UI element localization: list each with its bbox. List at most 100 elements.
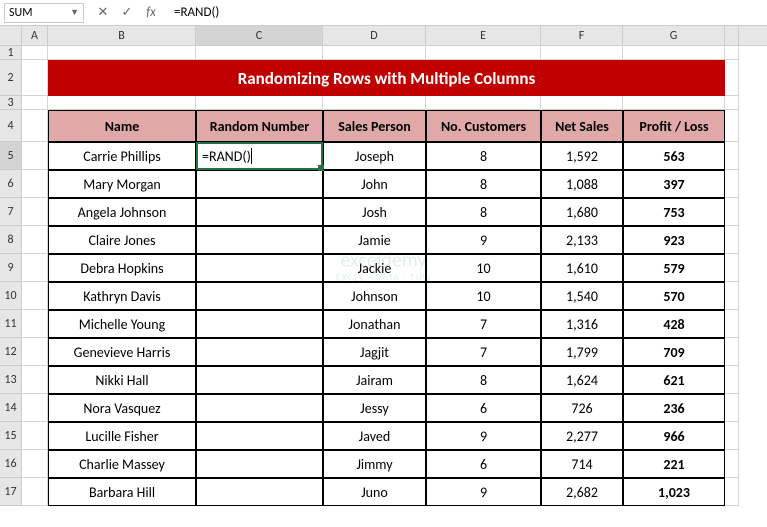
- cell[interactable]: [48, 46, 196, 60]
- cell-profit-loss[interactable]: 923: [623, 226, 725, 254]
- row-header[interactable]: 14: [0, 394, 22, 422]
- cell[interactable]: [725, 198, 739, 226]
- cell-random[interactable]: [196, 170, 323, 198]
- cell-random[interactable]: [196, 450, 323, 478]
- cell-customers[interactable]: 9: [426, 478, 541, 506]
- header-net-sales[interactable]: Net Sales: [541, 110, 623, 142]
- cell[interactable]: [323, 96, 426, 110]
- cell[interactable]: [22, 450, 48, 478]
- cell[interactable]: [22, 110, 48, 142]
- cell-name[interactable]: Michelle Young: [48, 310, 196, 338]
- cell-random[interactable]: [196, 478, 323, 506]
- cell[interactable]: [22, 310, 48, 338]
- cell[interactable]: [22, 198, 48, 226]
- row-header[interactable]: 6: [0, 170, 22, 198]
- col-header-c[interactable]: C: [196, 26, 323, 45]
- row-header[interactable]: 5: [0, 142, 22, 170]
- cell-random[interactable]: =RAND(): [196, 142, 323, 170]
- cell-net-sales[interactable]: 714: [541, 450, 623, 478]
- col-header-d[interactable]: D: [323, 26, 426, 45]
- cell-sales-person[interactable]: Johnson: [323, 282, 426, 310]
- cell-name[interactable]: Kathryn Davis: [48, 282, 196, 310]
- cell[interactable]: [725, 110, 739, 142]
- cell-profit-loss[interactable]: 621: [623, 366, 725, 394]
- header-sales-person[interactable]: Sales Person: [323, 110, 426, 142]
- col-header-h[interactable]: [725, 26, 739, 45]
- cell-customers[interactable]: 6: [426, 450, 541, 478]
- cell[interactable]: [22, 366, 48, 394]
- cell-sales-person[interactable]: Jamie: [323, 226, 426, 254]
- cell-random[interactable]: [196, 310, 323, 338]
- cell[interactable]: [22, 46, 48, 60]
- cell[interactable]: [48, 96, 196, 110]
- cell-profit-loss[interactable]: 753: [623, 198, 725, 226]
- col-header-b[interactable]: B: [48, 26, 196, 45]
- row-header[interactable]: 8: [0, 226, 22, 254]
- cell[interactable]: [22, 60, 48, 96]
- cancel-icon[interactable]: ✕: [96, 5, 110, 20]
- cell-random[interactable]: [196, 366, 323, 394]
- cell-customers[interactable]: 6: [426, 394, 541, 422]
- row-header[interactable]: 7: [0, 198, 22, 226]
- cell[interactable]: [725, 96, 739, 110]
- cell-net-sales[interactable]: 1,088: [541, 170, 623, 198]
- cell-customers[interactable]: 10: [426, 282, 541, 310]
- cell-name[interactable]: Angela Johnson: [48, 198, 196, 226]
- row-header[interactable]: 16: [0, 450, 22, 478]
- cell[interactable]: [725, 226, 739, 254]
- chevron-down-icon[interactable]: ▼: [70, 7, 79, 18]
- cell-net-sales[interactable]: 1,316: [541, 310, 623, 338]
- cell-random[interactable]: [196, 394, 323, 422]
- row-header[interactable]: 15: [0, 422, 22, 450]
- row-header[interactable]: 4: [0, 110, 22, 142]
- cell[interactable]: [541, 46, 623, 60]
- cell-sales-person[interactable]: Jessy: [323, 394, 426, 422]
- name-box[interactable]: SUM ▼: [4, 3, 84, 23]
- cell-sales-person[interactable]: Jagjit: [323, 338, 426, 366]
- cell-sales-person[interactable]: Jonathan: [323, 310, 426, 338]
- cell-sales-person[interactable]: Joseph: [323, 142, 426, 170]
- cell[interactable]: [725, 170, 739, 198]
- title-banner[interactable]: Randomizing Rows with Multiple Columns: [48, 60, 725, 96]
- cell-net-sales[interactable]: 1,799: [541, 338, 623, 366]
- cell[interactable]: [725, 310, 739, 338]
- cell-sales-person[interactable]: Jackie: [323, 254, 426, 282]
- cell-customers[interactable]: 8: [426, 366, 541, 394]
- row-header[interactable]: 3: [0, 96, 22, 110]
- col-header-f[interactable]: F: [541, 26, 623, 45]
- row-header[interactable]: 11: [0, 310, 22, 338]
- cell-net-sales[interactable]: 1,610: [541, 254, 623, 282]
- cell[interactable]: [323, 46, 426, 60]
- cell[interactable]: [22, 96, 48, 110]
- cell-name[interactable]: Nikki Hall: [48, 366, 196, 394]
- cell-sales-person[interactable]: Juno: [323, 478, 426, 506]
- cell-sales-person[interactable]: Javed: [323, 422, 426, 450]
- cell-random[interactable]: [196, 338, 323, 366]
- cell-customers[interactable]: 10: [426, 254, 541, 282]
- cell-random[interactable]: [196, 254, 323, 282]
- cell[interactable]: [623, 46, 725, 60]
- cell-name[interactable]: Genevieve Harris: [48, 338, 196, 366]
- cell-profit-loss[interactable]: 579: [623, 254, 725, 282]
- cell-name[interactable]: Debra Hopkins: [48, 254, 196, 282]
- cell-random[interactable]: [196, 226, 323, 254]
- cell-name[interactable]: Barbara Hill: [48, 478, 196, 506]
- formula-input[interactable]: =RAND(): [170, 3, 763, 23]
- cell-profit-loss[interactable]: 236: [623, 394, 725, 422]
- cell[interactable]: [22, 142, 48, 170]
- fx-icon[interactable]: fx: [144, 5, 158, 20]
- cell[interactable]: [22, 394, 48, 422]
- cell-profit-loss[interactable]: 1,023: [623, 478, 725, 506]
- cell-net-sales[interactable]: 2,277: [541, 422, 623, 450]
- cell-net-sales[interactable]: 1,592: [541, 142, 623, 170]
- cell-sales-person[interactable]: Jimmy: [323, 450, 426, 478]
- cell[interactable]: [725, 450, 739, 478]
- cell[interactable]: [725, 338, 739, 366]
- row-header[interactable]: 17: [0, 478, 22, 506]
- cell-name[interactable]: Mary Morgan: [48, 170, 196, 198]
- cell-net-sales[interactable]: 1,540: [541, 282, 623, 310]
- cell[interactable]: [196, 46, 323, 60]
- header-customers[interactable]: No. Customers: [426, 110, 541, 142]
- cell[interactable]: [22, 422, 48, 450]
- cell[interactable]: [725, 422, 739, 450]
